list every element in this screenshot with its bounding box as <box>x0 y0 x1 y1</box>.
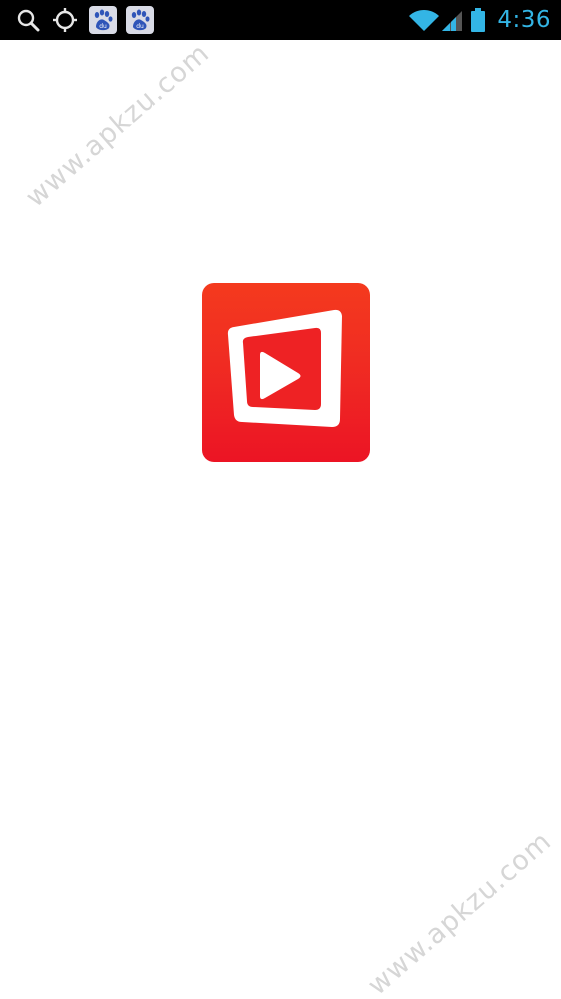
search-icon <box>14 0 42 40</box>
baidu-label: du <box>136 23 144 30</box>
gps-icon <box>50 0 80 40</box>
video-play-icon <box>227 309 342 427</box>
splash-screen: du du 4:36 www.apkzu.com www.apkzu.com <box>0 0 561 999</box>
signal-icon <box>440 0 464 40</box>
watermark-top: www.apkzu.com <box>20 37 216 214</box>
battery-icon <box>468 0 488 40</box>
watermark-bottom: www.apkzu.com <box>362 825 558 999</box>
baidu-paw-icon: du <box>125 0 155 40</box>
app-logo <box>202 283 370 462</box>
status-time: 4:36 <box>497 7 551 33</box>
baidu-label: du <box>99 23 107 30</box>
wifi-icon <box>408 0 440 40</box>
status-bar: du du 4:36 <box>0 0 561 40</box>
baidu-paw-icon: du <box>88 0 118 40</box>
